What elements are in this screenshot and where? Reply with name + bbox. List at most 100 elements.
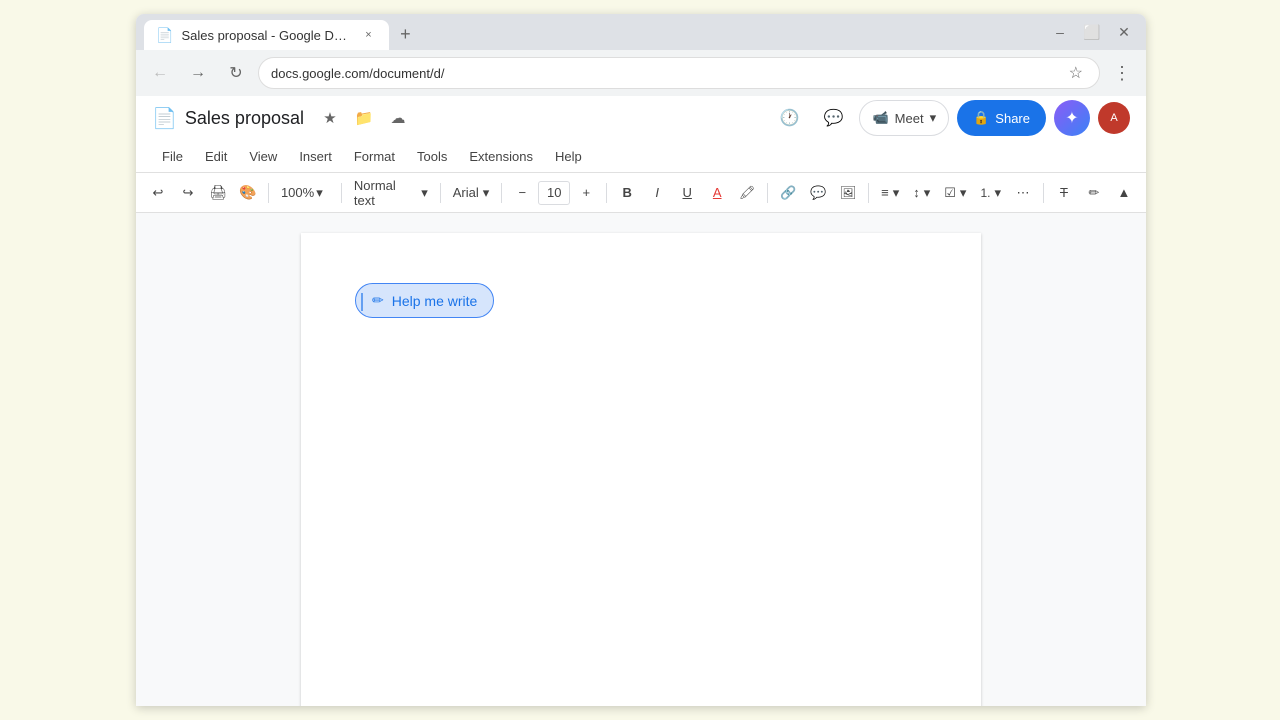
menu-tools[interactable]: Tools bbox=[407, 145, 457, 168]
align-arrow-icon: ▾ bbox=[893, 185, 900, 201]
history-button[interactable]: 🕐 bbox=[771, 100, 807, 136]
menu-help[interactable]: Help bbox=[545, 145, 592, 168]
text-style-value: Normal text bbox=[354, 178, 417, 208]
refresh-button[interactable]: ↻ bbox=[220, 57, 252, 89]
redo-button[interactable]: ↪ bbox=[174, 179, 202, 207]
bookmark-icon[interactable]: ☆ bbox=[1065, 63, 1087, 83]
tab-bar: 📄 Sales proposal - Google Doc... × + – ⬜… bbox=[136, 14, 1146, 50]
print-button[interactable]: 🖨 bbox=[204, 179, 232, 207]
separator-5 bbox=[606, 183, 607, 203]
browser-window: 📄 Sales proposal - Google Doc... × + – ⬜… bbox=[136, 14, 1146, 706]
title-actions: 🕐 💬 📹 Meet ▾ 🔒 Share ✦ A bbox=[771, 100, 1130, 136]
meet-icon: 📹 bbox=[872, 110, 888, 126]
checklist-icon: ☑ bbox=[944, 185, 956, 201]
menu-insert[interactable]: Insert bbox=[289, 145, 342, 168]
line-spacing-arrow-icon: ▾ bbox=[924, 185, 931, 201]
help-me-write-button[interactable]: ✏ Help me write bbox=[355, 283, 494, 318]
checklist-select[interactable]: ☑ ▾ bbox=[938, 179, 972, 207]
font-select[interactable]: Arial ▾ bbox=[447, 179, 496, 207]
text-style-arrow-icon: ▾ bbox=[421, 185, 428, 201]
document-page[interactable]: ✏ Help me write bbox=[301, 233, 981, 706]
underline-button[interactable]: U bbox=[673, 179, 701, 207]
meet-arrow-icon: ▾ bbox=[930, 110, 937, 126]
share-lock-icon: 🔒 bbox=[973, 110, 989, 126]
list-ordered-arrow-icon: ▾ bbox=[994, 185, 1001, 201]
separator-7 bbox=[868, 183, 869, 203]
help-write-icon: ✏ bbox=[372, 292, 384, 309]
address-bar[interactable]: docs.google.com/document/d/ ☆ bbox=[258, 57, 1100, 89]
font-size-input[interactable] bbox=[538, 181, 570, 205]
share-button[interactable]: 🔒 Share bbox=[957, 100, 1046, 136]
forward-button[interactable]: → bbox=[182, 57, 214, 89]
font-value: Arial bbox=[453, 185, 479, 200]
italic-button[interactable]: I bbox=[643, 179, 671, 207]
document-area[interactable]: ✏ Help me write bbox=[136, 213, 1146, 706]
meet-label: Meet bbox=[895, 111, 924, 126]
align-select[interactable]: ≡ ▾ bbox=[875, 179, 905, 207]
close-button[interactable]: ✕ bbox=[1110, 18, 1138, 46]
list-ordered-icon: 1. bbox=[980, 186, 990, 200]
font-size-plus-button[interactable]: + bbox=[572, 179, 600, 207]
menu-extensions[interactable]: Extensions bbox=[459, 145, 543, 168]
tab-close-button[interactable]: × bbox=[359, 26, 377, 44]
menu-bar: File Edit View Insert Format Tools Exten… bbox=[136, 140, 1146, 172]
share-label: Share bbox=[995, 111, 1030, 126]
bold-button[interactable]: B bbox=[613, 179, 641, 207]
menu-format[interactable]: Format bbox=[344, 145, 405, 168]
pen-tool-button[interactable]: ✏ bbox=[1080, 179, 1108, 207]
separator-6 bbox=[767, 183, 768, 203]
docs-toolbar: 📄 Sales proposal ★ 📁 ☁ 🕐 💬 📹 Meet ▾ 🔒 Sh… bbox=[136, 96, 1146, 213]
folder-button[interactable]: 📁 bbox=[350, 104, 378, 132]
highlight-button[interactable]: 🖍 bbox=[733, 179, 761, 207]
line-spacing-icon: ↕ bbox=[913, 185, 920, 200]
window-controls: – ⬜ ✕ bbox=[1046, 18, 1138, 46]
title-icons: ★ 📁 ☁ bbox=[316, 104, 412, 132]
menu-view[interactable]: View bbox=[239, 145, 287, 168]
minimize-button[interactable]: – bbox=[1046, 18, 1074, 46]
title-bar: 📄 Sales proposal ★ 📁 ☁ 🕐 💬 📹 Meet ▾ 🔒 Sh… bbox=[136, 96, 1146, 140]
star-button[interactable]: ★ bbox=[316, 104, 344, 132]
gemini-button[interactable]: ✦ bbox=[1054, 100, 1090, 136]
separator-2 bbox=[341, 183, 342, 203]
text-color-a-label: A bbox=[713, 185, 722, 200]
document-title[interactable]: Sales proposal bbox=[185, 108, 304, 129]
collapse-toolbar-button[interactable]: ▲ bbox=[1110, 179, 1138, 207]
avatar-initials: A bbox=[1110, 112, 1117, 124]
image-button[interactable]: 🖼 bbox=[834, 179, 862, 207]
address-text: docs.google.com/document/d/ bbox=[271, 66, 1065, 81]
text-style-select[interactable]: Normal text ▾ bbox=[348, 179, 434, 207]
gemini-star-icon: ✦ bbox=[1065, 108, 1078, 128]
browser-menu-button[interactable]: ⋮ bbox=[1106, 57, 1138, 89]
comment-inline-button[interactable]: 💬 bbox=[804, 179, 832, 207]
active-tab[interactable]: 📄 Sales proposal - Google Doc... × bbox=[144, 20, 389, 50]
link-button[interactable]: 🔗 bbox=[774, 179, 802, 207]
paint-format-button[interactable]: 🎨 bbox=[234, 179, 262, 207]
cloud-button[interactable]: ☁ bbox=[384, 104, 412, 132]
text-color-button[interactable]: A bbox=[703, 179, 731, 207]
new-tab-button[interactable]: + bbox=[391, 20, 419, 48]
help-write-label: Help me write bbox=[392, 293, 478, 309]
menu-file[interactable]: File bbox=[152, 145, 193, 168]
separator-8 bbox=[1043, 183, 1044, 203]
meet-button[interactable]: 📹 Meet ▾ bbox=[859, 100, 949, 136]
list-ordered-select[interactable]: 1. ▾ bbox=[974, 179, 1007, 207]
undo-button[interactable]: ↩ bbox=[144, 179, 172, 207]
align-icon: ≡ bbox=[881, 185, 889, 200]
address-bar-row: ← → ↻ docs.google.com/document/d/ ☆ ⋮ bbox=[136, 50, 1146, 96]
docs-logo-icon: 📄 bbox=[152, 106, 177, 131]
menu-edit[interactable]: Edit bbox=[195, 145, 237, 168]
line-spacing-select[interactable]: ↕ ▾ bbox=[907, 179, 936, 207]
user-avatar[interactable]: A bbox=[1098, 102, 1130, 134]
zoom-arrow-icon: ▾ bbox=[316, 185, 323, 201]
checklist-arrow-icon: ▾ bbox=[960, 185, 967, 201]
separator-4 bbox=[501, 183, 502, 203]
more-options-button[interactable]: ⋯ bbox=[1009, 179, 1037, 207]
back-button[interactable]: ← bbox=[144, 57, 176, 89]
font-size-minus-button[interactable]: − bbox=[508, 179, 536, 207]
clear-formatting-button[interactable]: T bbox=[1050, 179, 1078, 207]
comment-button[interactable]: 💬 bbox=[815, 100, 851, 136]
separator-1 bbox=[268, 183, 269, 203]
maximize-button[interactable]: ⬜ bbox=[1078, 18, 1106, 46]
font-arrow-icon: ▾ bbox=[483, 185, 490, 201]
zoom-select[interactable]: 100% ▾ bbox=[275, 179, 335, 207]
